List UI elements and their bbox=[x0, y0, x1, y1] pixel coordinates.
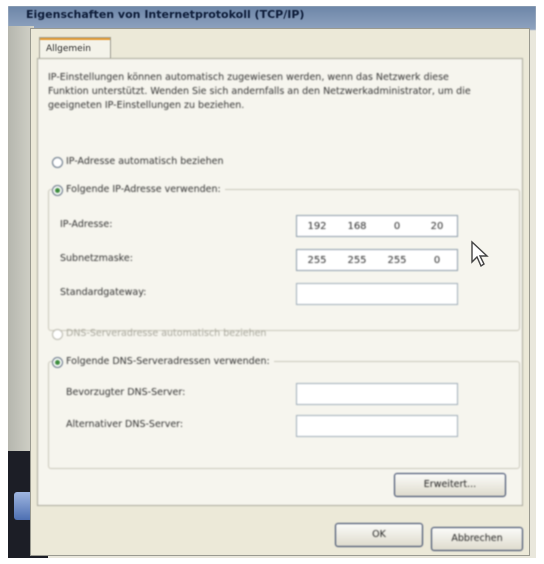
cancel-button[interactable]: Abbrechen bbox=[431, 527, 523, 551]
ip-auto-radio[interactable] bbox=[52, 156, 63, 168]
subnet-octet-4: 0 bbox=[433, 254, 441, 266]
ok-button[interactable]: OK bbox=[335, 523, 423, 547]
dns-auto-option[interactable]: DNS-Serveradresse automatisch beziehen bbox=[52, 327, 266, 341]
ip-manual-label: Folgende IP-Adresse verwenden: bbox=[66, 184, 221, 195]
tcpip-properties-dialog: Allgemein IP-Einstellungen können automa… bbox=[30, 28, 530, 556]
general-tab-panel: IP-Einstellungen können automatisch zuge… bbox=[37, 58, 523, 506]
ip-manual-option[interactable]: Folgende IP-Adresse verwenden: bbox=[52, 183, 225, 197]
ip-manual-radio[interactable] bbox=[52, 184, 63, 196]
preferred-dns-label: Bevorzugter DNS-Server: bbox=[66, 387, 186, 398]
subnet-octet-2: 255 bbox=[347, 254, 367, 266]
ip-auto-label: IP-Adresse automatisch beziehen bbox=[66, 156, 224, 167]
alternate-dns-label: Alternativer DNS-Server: bbox=[66, 419, 184, 430]
alternate-dns-field[interactable] bbox=[296, 415, 458, 437]
ip-octet-4: 20 bbox=[430, 220, 444, 232]
ip-address-label: IP-Adresse: bbox=[60, 219, 113, 230]
screen-photo: Eigenschaften von Internetprotokoll (TCP… bbox=[8, 6, 536, 558]
subnet-mask-label: Subnetzmaske: bbox=[60, 253, 133, 264]
advanced-button[interactable]: Erweitert... bbox=[394, 473, 506, 497]
ip-octet-3: 0 bbox=[393, 220, 401, 232]
ip-octet-1: 192 bbox=[307, 220, 327, 232]
dns-manual-label: Folgende DNS-Serveradressen verwenden: bbox=[66, 356, 270, 367]
ip-octet-2: 168 bbox=[347, 220, 367, 232]
intro-text: IP-Einstellungen können automatisch zuge… bbox=[48, 72, 471, 111]
subnet-octet-3: 255 bbox=[387, 254, 407, 266]
dns-manual-radio[interactable] bbox=[52, 356, 63, 368]
dns-manual-option[interactable]: Folgende DNS-Serveradressen verwenden: bbox=[52, 355, 274, 369]
ip-auto-option[interactable]: IP-Adresse automatisch beziehen bbox=[52, 155, 223, 169]
dns-auto-label: DNS-Serveradresse automatisch beziehen bbox=[66, 328, 267, 339]
gateway-field[interactable] bbox=[296, 283, 458, 305]
tab-general[interactable]: Allgemein bbox=[39, 37, 111, 59]
window-title: Eigenschaften von Internetprotokoll (TCP… bbox=[8, 6, 536, 30]
subnet-octet-1: 255 bbox=[307, 254, 327, 266]
gateway-label: Standardgateway: bbox=[60, 287, 147, 298]
preferred-dns-field[interactable] bbox=[296, 383, 458, 405]
mouse-pointer-icon bbox=[471, 240, 489, 268]
subnet-mask-field[interactable]: 255 255 255 0 bbox=[296, 249, 458, 271]
dns-auto-radio[interactable] bbox=[52, 328, 63, 340]
ip-address-field[interactable]: 192 168 0 20 bbox=[296, 215, 458, 237]
